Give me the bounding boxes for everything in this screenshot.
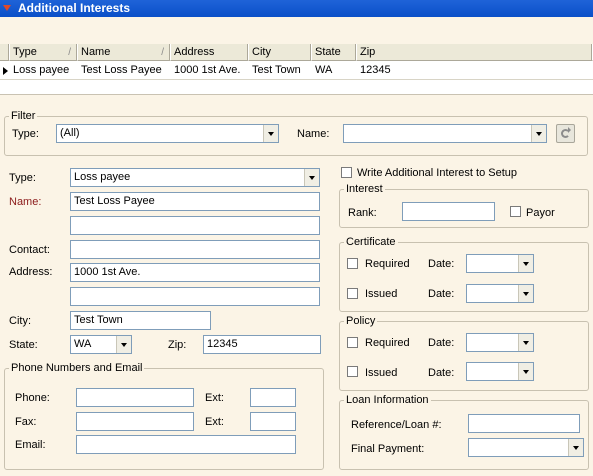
- state-select[interactable]: WA: [70, 335, 132, 354]
- policy-issued-label: Issued: [365, 367, 398, 379]
- grid-cell-zip[interactable]: 12345: [357, 62, 457, 79]
- chevron-down-icon[interactable]: [304, 169, 319, 186]
- final-payment-label: Final Payment:: [351, 443, 425, 455]
- grid-cell-address[interactable]: 1000 1st Ave.: [171, 62, 249, 79]
- fax-ext-label: Ext:: [205, 416, 224, 428]
- chevron-down-icon[interactable]: [116, 336, 131, 353]
- fax-label: Fax:: [15, 416, 37, 428]
- policy-issued-date-label: Date:: [428, 367, 455, 379]
- chevron-down-icon[interactable]: [518, 334, 533, 351]
- reference-loan-label: Reference/Loan #:: [351, 419, 442, 431]
- chevron-down-icon[interactable]: [568, 439, 583, 456]
- certificate-issued-date-label: Date:: [428, 288, 455, 300]
- zip-field[interactable]: 12345: [203, 335, 321, 354]
- grid-header-corner: [0, 44, 10, 61]
- certificate-required-date-label: Date:: [428, 258, 455, 270]
- type-label: Type:: [9, 172, 36, 184]
- fax-ext-field[interactable]: [250, 412, 296, 431]
- chevron-down-icon[interactable]: [518, 363, 533, 380]
- reference-loan-field[interactable]: [468, 414, 580, 433]
- phone-ext-field[interactable]: [250, 388, 296, 407]
- write-setup-checkbox[interactable]: [341, 167, 352, 178]
- email-field[interactable]: [76, 435, 296, 454]
- contact-field[interactable]: [70, 240, 320, 259]
- policy-required-checkbox[interactable]: [347, 337, 358, 348]
- certificate-issued-date-picker[interactable]: [466, 284, 534, 303]
- title-bar: Additional Interests: [0, 0, 593, 17]
- policy-legend: Policy: [346, 315, 376, 327]
- certificate-required-date-picker[interactable]: [466, 254, 534, 273]
- policy-required-date-picker[interactable]: [466, 333, 534, 352]
- policy-required-date-label: Date:: [428, 337, 455, 349]
- rank-label: Rank:: [348, 207, 377, 219]
- grid-cell-state[interactable]: WA: [312, 62, 357, 79]
- payor-label: Payor: [526, 207, 555, 219]
- grid-top-strip: [0, 17, 593, 44]
- payor-checkbox[interactable]: [510, 206, 521, 217]
- filter-name-label: Name:: [297, 128, 330, 140]
- name-field[interactable]: Test Loss Payee: [70, 192, 320, 211]
- grid-cell-type[interactable]: Loss payee: [10, 62, 78, 79]
- loan-information-legend: Loan Information: [346, 394, 429, 406]
- name-label: Name:: [9, 196, 42, 208]
- column-header-state[interactable]: State: [312, 44, 357, 61]
- window-title: Additional Interests: [18, 1, 131, 15]
- rank-field[interactable]: [402, 202, 495, 221]
- filter-legend: Filter: [11, 110, 36, 122]
- sort-icon: /: [68, 47, 71, 58]
- certificate-issued-label: Issued: [365, 288, 398, 300]
- collapse-arrow-icon[interactable]: [3, 5, 11, 11]
- column-header-city[interactable]: City: [249, 44, 312, 61]
- state-label: State:: [9, 339, 38, 351]
- row-divider: [0, 79, 593, 80]
- filter-name-select[interactable]: [343, 124, 547, 143]
- policy-issued-checkbox[interactable]: [347, 366, 358, 377]
- interest-legend: Interest: [346, 183, 383, 195]
- filter-type-select[interactable]: (All): [56, 124, 279, 143]
- phone-label: Phone:: [15, 392, 50, 404]
- contact-label: Contact:: [9, 244, 50, 256]
- policy-issued-date-picker[interactable]: [466, 362, 534, 381]
- refresh-button[interactable]: [556, 124, 575, 143]
- address-field[interactable]: 1000 1st Ave.: [70, 263, 320, 282]
- phone-email-legend: Phone Numbers and Email: [11, 362, 143, 374]
- chevron-down-icon[interactable]: [263, 125, 278, 142]
- phone-field[interactable]: [76, 388, 194, 407]
- certificate-required-checkbox[interactable]: [347, 258, 358, 269]
- sort-icon: /: [161, 47, 164, 58]
- column-header-type[interactable]: Type /: [10, 44, 78, 61]
- chevron-down-icon[interactable]: [518, 285, 533, 302]
- column-header-name[interactable]: Name /: [78, 44, 171, 61]
- policy-required-label: Required: [365, 337, 410, 349]
- certificate-legend: Certificate: [346, 236, 396, 248]
- address-label: Address:: [9, 266, 53, 278]
- city-label: City:: [9, 315, 31, 327]
- name-line2-field[interactable]: [70, 216, 320, 235]
- chevron-down-icon[interactable]: [518, 255, 533, 272]
- column-header-zip[interactable]: Zip: [357, 44, 593, 61]
- city-field[interactable]: Test Town: [70, 311, 211, 330]
- zip-label: Zip:: [168, 339, 187, 351]
- column-header-address[interactable]: Address: [171, 44, 249, 61]
- certificate-issued-checkbox[interactable]: [347, 288, 358, 299]
- email-label: Email:: [15, 439, 46, 451]
- current-row-indicator-icon: [3, 67, 8, 75]
- fax-field[interactable]: [76, 412, 194, 431]
- phone-ext-label: Ext:: [205, 392, 224, 404]
- filter-type-label: Type:: [12, 128, 39, 140]
- final-payment-date-picker[interactable]: [468, 438, 584, 457]
- certificate-required-label: Required: [365, 258, 410, 270]
- write-setup-label: Write Additional Interest to Setup: [357, 167, 517, 179]
- address-line2-field[interactable]: [70, 287, 320, 306]
- grid-cell-name[interactable]: Test Loss Payee: [78, 62, 171, 79]
- chevron-down-icon[interactable]: [531, 125, 546, 142]
- grid-cell-city[interactable]: Test Town: [249, 62, 312, 79]
- type-select[interactable]: Loss payee: [70, 168, 320, 187]
